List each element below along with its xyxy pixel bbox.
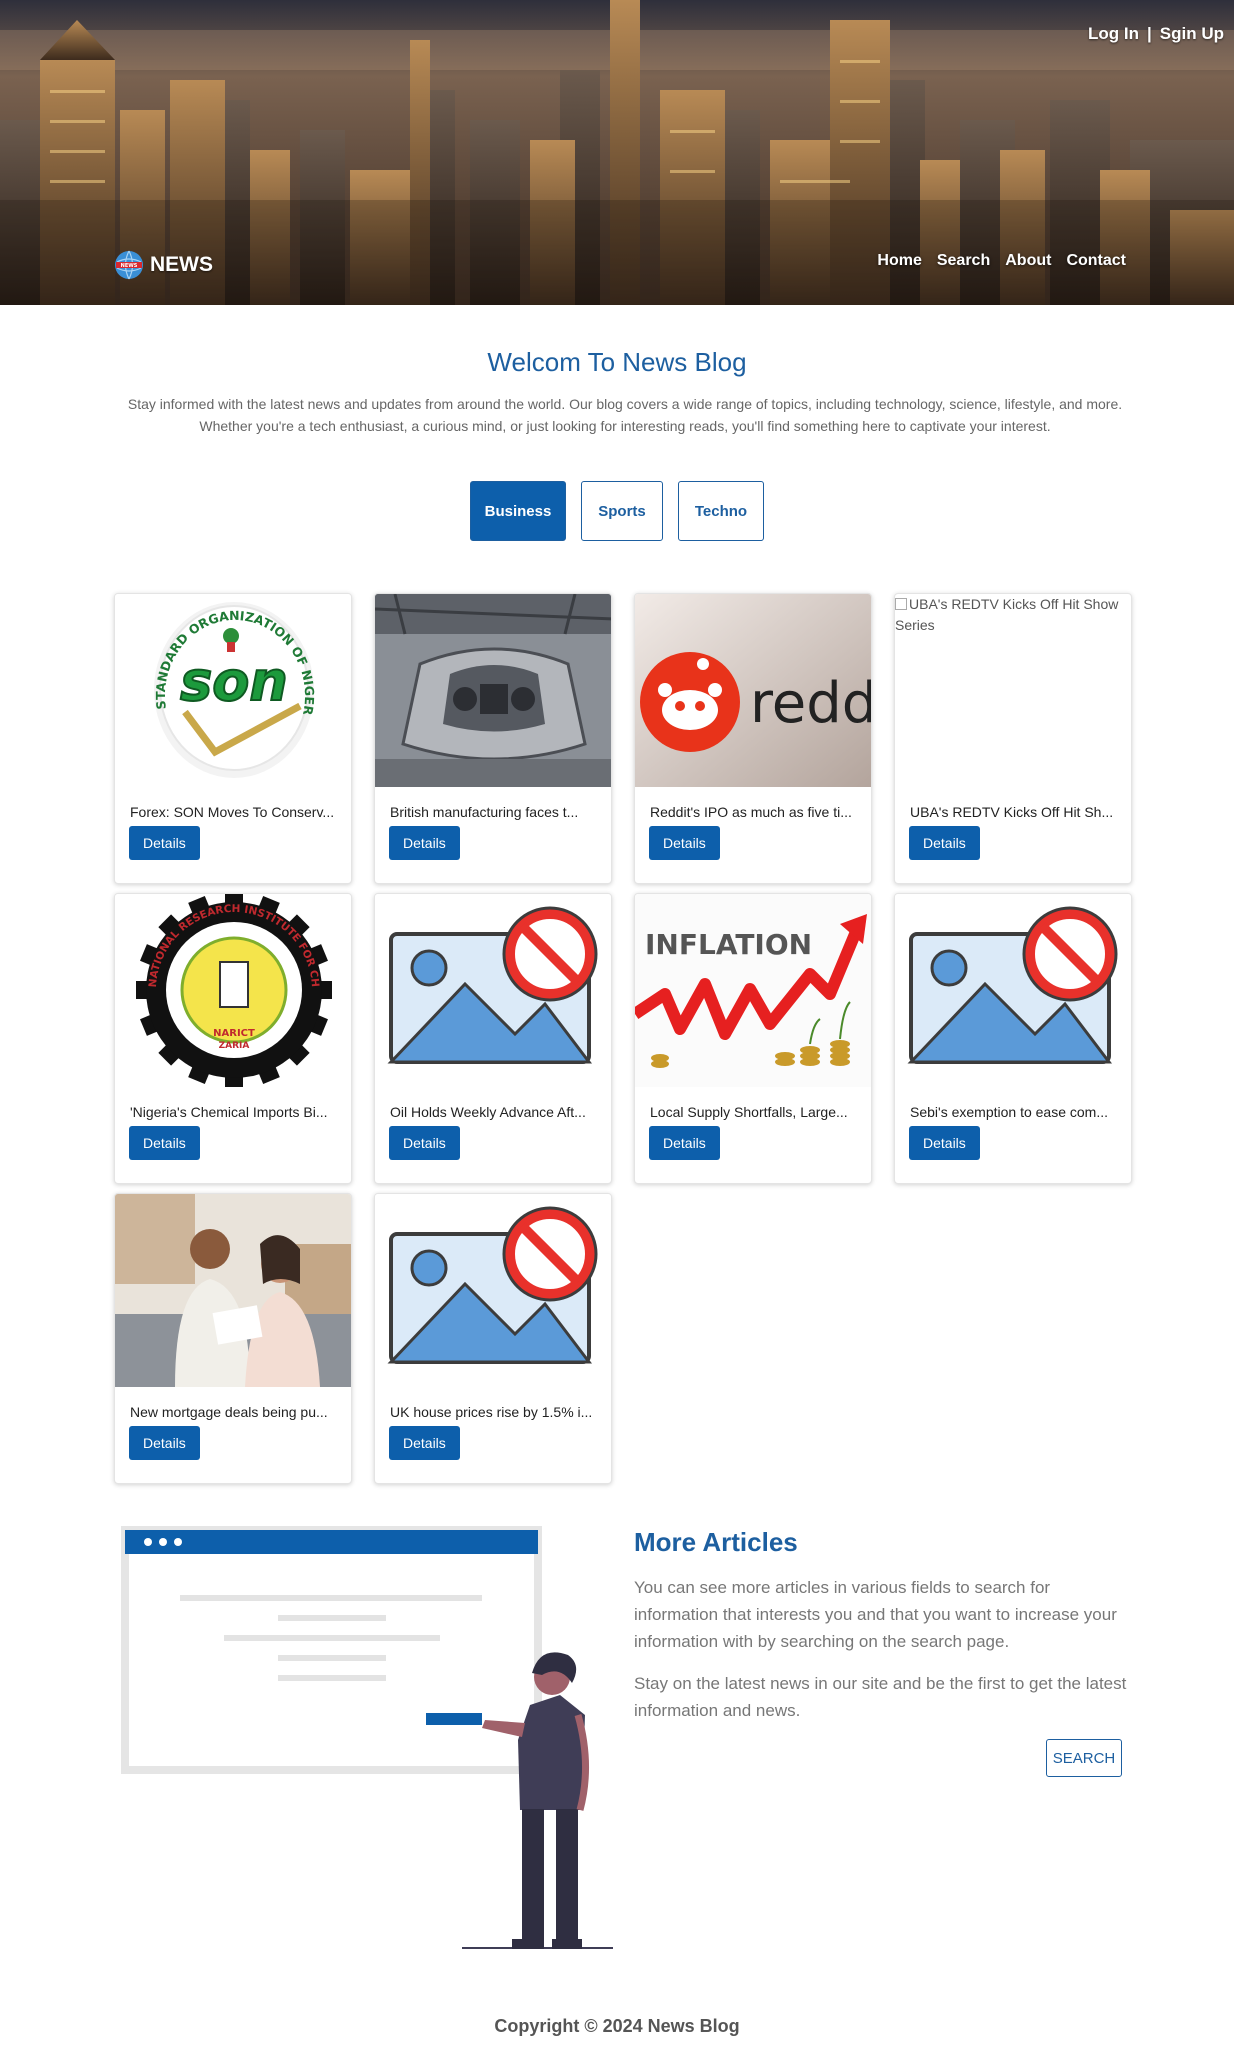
card-image: UBA's REDTV Kicks Off Hit Show Series <box>895 594 1131 787</box>
browser-person-illustration <box>121 1526 613 1949</box>
more-articles-text: You can see more articles in various fie… <box>634 1578 1117 1651</box>
details-button[interactable]: Details <box>389 1426 460 1460</box>
footer-copyright: Copyright © 2024 News Blog <box>494 2016 740 2036</box>
no-image-icon <box>375 1194 611 1387</box>
card-title: 'Nigeria's Chemical Imports Bi... <box>130 1104 328 1120</box>
card-title: Sebi's exemption to ease com... <box>910 1104 1108 1120</box>
card-image: STANDARD ORGANIZATION OF NIGERIA son <box>115 594 351 787</box>
news-globe-icon: NEWS <box>115 250 143 280</box>
nav-contact[interactable]: Contact <box>1066 252 1126 270</box>
category-tabs: Business Sports Techno <box>0 481 1234 541</box>
details-button[interactable]: Details <box>129 1426 200 1460</box>
details-button[interactable]: Details <box>909 1126 980 1160</box>
card-title: Local Supply Shortfalls, Large... <box>650 1104 848 1120</box>
inflation-chart: INFLATION <box>635 894 871 1087</box>
card-title: UBA's REDTV Kicks Off Hit Sh... <box>910 804 1114 820</box>
tab-business[interactable]: Business <box>470 481 566 541</box>
card-title: Oil Holds Weekly Advance Aft... <box>390 1104 586 1120</box>
details-button[interactable]: Details <box>129 826 200 860</box>
auth-links: Log In | Sgin Up <box>1088 24 1224 44</box>
card-image: NATIONAL RESEARCH INSTITUTE FOR CHEMICAL… <box>115 894 351 1087</box>
no-image-icon <box>895 894 1131 1087</box>
tab-techno[interactable]: Techno <box>678 481 764 541</box>
news-card: UK house prices rise by 1.5% i... Detail… <box>374 1193 612 1484</box>
son-logo: STANDARD ORGANIZATION OF NIGERIA son <box>115 594 351 787</box>
login-link[interactable]: Log In <box>1088 24 1139 44</box>
card-image <box>375 1194 611 1387</box>
page-title: Welcom To News Blog <box>487 347 747 377</box>
nav-about[interactable]: About <box>1005 252 1051 270</box>
card-image <box>895 894 1131 1087</box>
card-image <box>375 594 611 787</box>
details-button[interactable]: Details <box>389 826 460 860</box>
main-nav: Home Search About Contact <box>877 252 1126 270</box>
details-button[interactable]: Details <box>649 826 720 860</box>
signup-link[interactable]: Sgin Up <box>1160 24 1224 44</box>
details-button[interactable]: Details <box>129 1126 200 1160</box>
details-button[interactable]: Details <box>649 1126 720 1160</box>
svg-text:NARICT: NARICT <box>213 1028 255 1039</box>
broken-image: UBA's REDTV Kicks Off Hit Show Series <box>895 594 1131 636</box>
nav-search[interactable]: Search <box>937 252 990 270</box>
image-alt-text: UBA's REDTV Kicks Off Hit Show Series <box>895 596 1119 633</box>
brand-name: NEWS <box>150 253 213 276</box>
svg-text:ZARIA: ZARIA <box>219 1041 250 1051</box>
reddit-photo: reddit <box>635 594 872 787</box>
details-button[interactable]: Details <box>909 826 980 860</box>
intro-text: Stay informed with the latest news and u… <box>127 396 1123 434</box>
car-factory-photo <box>375 594 611 787</box>
news-card: Oil Holds Weekly Advance Aft... Details <box>374 893 612 1184</box>
svg-text:reddit: reddit <box>750 671 872 736</box>
no-image-icon <box>375 894 611 1087</box>
card-image: INFLATION <box>635 894 871 1087</box>
card-title: Reddit's IPO as much as five ti... <box>650 804 852 820</box>
news-card: UBA's REDTV Kicks Off Hit Show Series UB… <box>894 593 1132 884</box>
broken-image-icon <box>895 598 907 610</box>
card-image <box>115 1194 351 1387</box>
news-card: STANDARD ORGANIZATION OF NIGERIA son For… <box>114 593 352 884</box>
auth-separator: | <box>1147 24 1152 43</box>
news-card: New mortgage deals being pu... Details <box>114 1193 352 1484</box>
more-articles-subtext: Stay on the latest news in our site and … <box>634 1674 1127 1720</box>
card-image: reddit <box>635 594 872 787</box>
narict-logo: NATIONAL RESEARCH INSTITUTE FOR CHEMICAL… <box>115 894 351 1087</box>
brand[interactable]: NEWS NEWS <box>114 250 213 280</box>
card-title: UK house prices rise by 1.5% i... <box>390 1404 593 1420</box>
news-card: British manufacturing faces t... Details <box>374 593 612 884</box>
details-button[interactable]: Details <box>389 1126 460 1160</box>
news-card: Sebi's exemption to ease com... Details <box>894 893 1132 1184</box>
card-title: British manufacturing faces t... <box>390 804 579 820</box>
news-card: NATIONAL RESEARCH INSTITUTE FOR CHEMICAL… <box>114 893 352 1184</box>
nav-home[interactable]: Home <box>877 252 921 270</box>
couple-photo <box>115 1194 351 1387</box>
hero-banner: Log In | Sgin Up NEWS NEWS Home Search A… <box>0 0 1234 305</box>
svg-text:son: son <box>180 650 288 713</box>
news-card: reddit Reddit's IPO as much as five ti..… <box>634 593 872 884</box>
more-articles-title: More Articles <box>634 1527 798 1557</box>
card-title: Forex: SON Moves To Conserv... <box>130 804 335 820</box>
tab-sports[interactable]: Sports <box>581 481 663 541</box>
news-card: INFLATION Local Supply Shortfalls, Large… <box>634 893 872 1184</box>
svg-text:INFLATION: INFLATION <box>645 928 812 961</box>
card-image <box>375 894 611 1087</box>
card-title: New mortgage deals being pu... <box>130 1404 328 1420</box>
svg-text:NEWS: NEWS <box>121 263 138 269</box>
search-button[interactable]: SEARCH <box>1046 1739 1122 1777</box>
